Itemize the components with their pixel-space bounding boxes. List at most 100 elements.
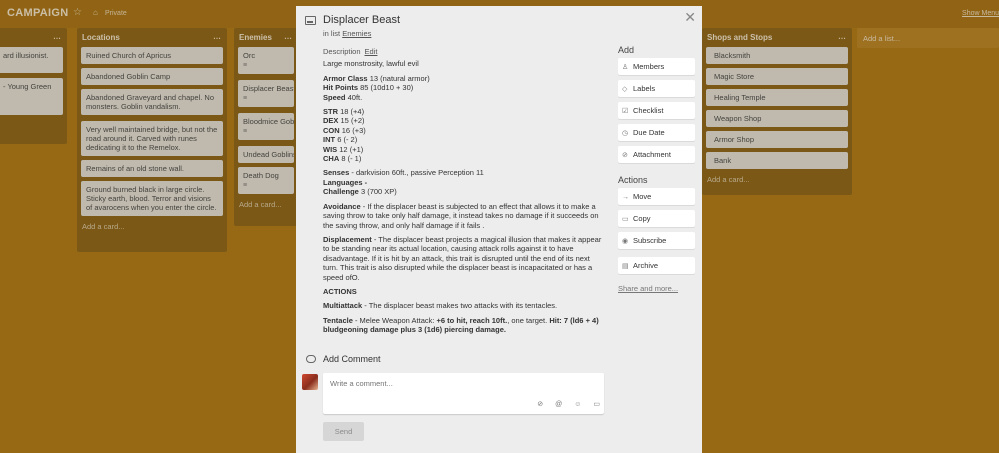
card-description: Description Edit Large monstrosity, lawfu… xyxy=(323,47,606,335)
button-label: Checklist xyxy=(633,106,664,115)
card-sidebar: Add ♙ Members ◇ Labels ☑ Checklist ◷ Due Dat… xyxy=(618,45,696,293)
languages-line: Languages - xyxy=(323,178,606,187)
comment-box[interactable]: ⊘ @ ☺ ▭ xyxy=(323,373,604,414)
archive-icon: ▤ xyxy=(622,263,629,270)
action-text: - Melee Weapon Attack: xyxy=(352,315,437,325)
actions-heading: Actions xyxy=(618,175,648,185)
stat-value: 13 (natural armor) xyxy=(369,73,430,83)
edit-description-link[interactable]: Edit xyxy=(365,47,378,56)
challenge-line: Challenge 3 (700 XP) xyxy=(323,187,606,196)
move-button[interactable]: → Move xyxy=(618,188,695,205)
person-icon: ♙ xyxy=(622,64,629,71)
avatar[interactable] xyxy=(302,374,318,390)
stat-label: Hit Points xyxy=(323,83,358,93)
in-list-prefix: in list xyxy=(323,29,341,38)
list-link[interactable]: Enemies xyxy=(342,29,371,38)
subscribe-button[interactable]: ◉ Subscribe xyxy=(618,232,695,249)
senses-label: Senses xyxy=(323,168,350,178)
ability-label: DEX xyxy=(323,116,339,126)
card-detail-modal: Displacer Beast in list Enemies ✕ Descri… xyxy=(296,6,702,453)
emoji-icon[interactable]: ☺ xyxy=(574,401,581,408)
trait-label: Avoidance xyxy=(323,201,361,211)
arrow-right-icon: → xyxy=(622,194,629,201)
challenge-label: Challenge xyxy=(323,187,359,197)
comment-tools: ⊘ @ ☺ ▭ xyxy=(525,400,600,408)
ability-label: INT xyxy=(323,135,336,145)
copy-icon: ▭ xyxy=(622,216,629,223)
description-header: Description Edit xyxy=(323,47,606,56)
close-icon[interactable]: ✕ xyxy=(684,9,696,26)
senses-value: - darkvision 60ft., passive Perception 1… xyxy=(351,168,484,178)
languages-label: Languages - xyxy=(323,177,368,187)
send-button[interactable]: Send xyxy=(323,422,364,441)
description-label: Description xyxy=(323,47,361,56)
ability-label: WIS xyxy=(323,144,338,154)
ability-line: WIS 12 (+1) xyxy=(323,145,606,154)
button-label: Labels xyxy=(633,84,656,93)
due-date-button[interactable]: ◷ Due Date xyxy=(618,124,695,141)
ability-value: 16 (+3) xyxy=(341,125,366,135)
card-title[interactable]: Displacer Beast xyxy=(323,14,400,26)
action-label: Tentacle xyxy=(323,315,353,325)
button-label: Due Date xyxy=(633,128,665,137)
ability-line: DEX 15 (+2) xyxy=(323,116,606,125)
trait-text: - If the displacer beast is subjected to… xyxy=(323,201,599,230)
button-label: Subscribe xyxy=(633,236,667,245)
comment-icon xyxy=(306,355,316,363)
card-icon xyxy=(305,16,316,25)
comment-input[interactable] xyxy=(330,379,530,388)
displacement-trait: Displacement - The displacer beast proje… xyxy=(323,235,606,282)
clock-icon: ◷ xyxy=(622,130,629,137)
challenge-value: 3 (700 XP) xyxy=(360,187,397,197)
button-label: Archive xyxy=(633,261,659,270)
tag-icon: ◇ xyxy=(622,86,628,93)
multiattack-action: Multiattack - The displacer beast makes … xyxy=(323,301,606,310)
attachment-button[interactable]: ⊘ Attachment xyxy=(618,146,695,163)
button-label: Members xyxy=(633,62,665,71)
stat-value: 40ft. xyxy=(347,92,363,102)
ability-label: CHA xyxy=(323,154,340,164)
ability-line: INT 6 (- 2) xyxy=(323,135,606,144)
card-link-icon[interactable]: ▭ xyxy=(593,401,600,408)
in-list-line: in list Enemies xyxy=(323,29,371,38)
actions-heading: ACTIONS xyxy=(323,287,606,296)
action-label: Multiattack xyxy=(323,301,363,311)
add-comment-heading: Add Comment xyxy=(323,354,381,364)
stat-line: Armor Class 13 (natural armor) xyxy=(323,74,606,83)
share-link[interactable]: Share and more... xyxy=(618,284,696,293)
tentacle-action: Tentacle - Melee Weapon Attack: +6 to hi… xyxy=(323,316,606,335)
checkbox-icon: ☑ xyxy=(622,108,629,115)
stat-line: Speed 40ft. xyxy=(323,93,606,102)
ability-label: CON xyxy=(323,125,340,135)
stat-value: 85 (10d10 + 30) xyxy=(360,83,414,93)
button-label: Move xyxy=(633,192,652,201)
action-text: , one target. xyxy=(507,315,550,325)
button-label: Copy xyxy=(633,214,651,223)
actions-heading-text: ACTIONS xyxy=(323,286,357,296)
action-bonus: +6 to hit, reach 10ft. xyxy=(436,315,508,325)
checklist-button[interactable]: ☑ Checklist xyxy=(618,102,695,119)
members-button[interactable]: ♙ Members xyxy=(618,58,695,75)
archive-button[interactable]: ▤ Archive xyxy=(618,257,695,274)
paperclip-icon: ⊘ xyxy=(622,152,628,159)
ability-line: STR 18 (+4) xyxy=(323,107,606,116)
ability-value: 15 (+2) xyxy=(340,116,365,126)
ability-line: CON 16 (+3) xyxy=(323,126,606,135)
stat-line: Hit Points 85 (10d10 + 30) xyxy=(323,83,606,92)
avoidance-trait: Avoidance - If the displacer beast is su… xyxy=(323,202,606,230)
type-line: Large monstrosity, lawful evil xyxy=(323,59,419,69)
trait-label: Displacement xyxy=(323,234,372,244)
ability-value: 6 (- 2) xyxy=(337,135,358,145)
attachment-icon[interactable]: ⊘ xyxy=(537,401,543,408)
button-label: Attachment xyxy=(633,150,671,159)
mention-icon[interactable]: @ xyxy=(555,401,562,408)
copy-button[interactable]: ▭ Copy xyxy=(618,210,695,227)
ability-value: 8 (- 1) xyxy=(341,154,362,164)
add-heading: Add xyxy=(618,45,635,55)
stat-label: Armor Class xyxy=(323,73,368,83)
labels-button[interactable]: ◇ Labels xyxy=(618,80,695,97)
stat-label: Speed xyxy=(323,92,346,102)
ability-label: STR xyxy=(323,107,338,117)
ability-line: CHA 8 (- 1) xyxy=(323,154,606,163)
senses-line: Senses - darkvision 60ft., passive Perce… xyxy=(323,168,606,177)
